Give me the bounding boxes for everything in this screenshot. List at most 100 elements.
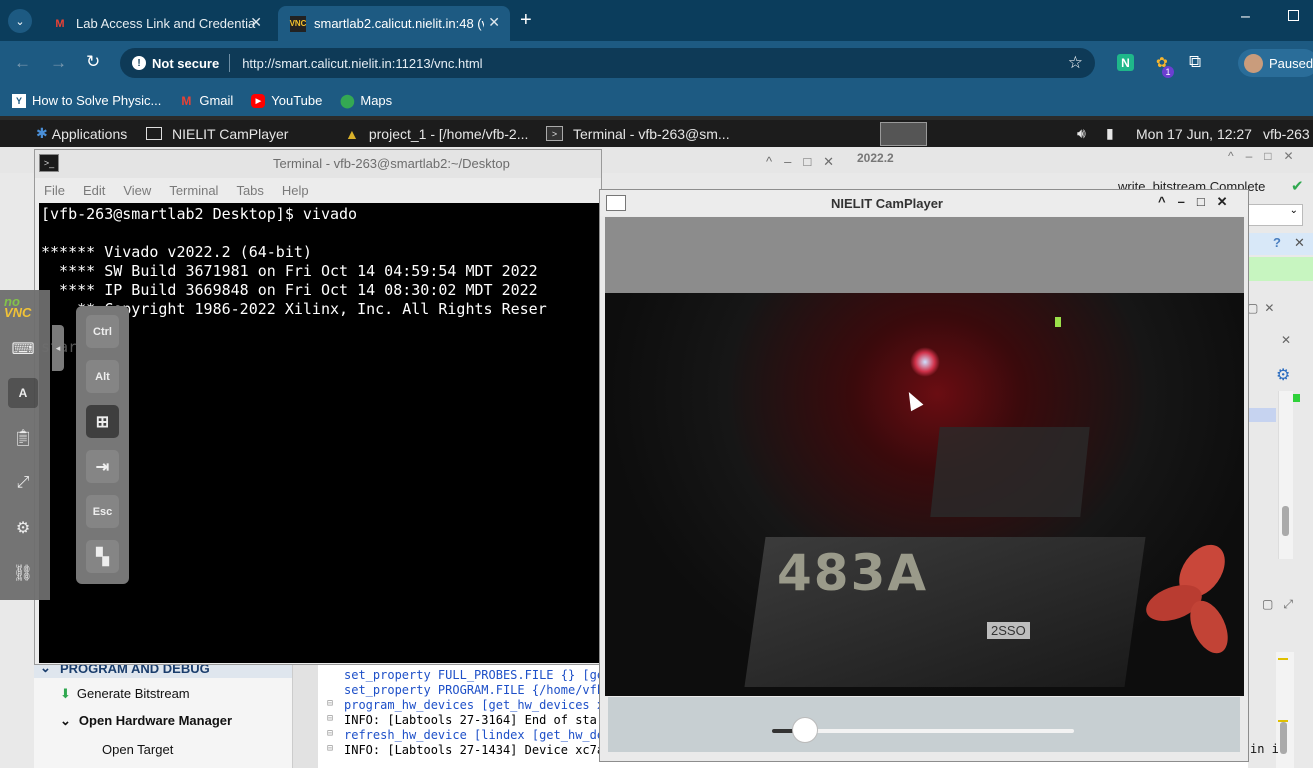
flow-item-open-target[interactable]: Open Target (102, 742, 173, 757)
tab-title: smartlab2.calicut.nielit.in:48 (vfb (314, 16, 484, 31)
taskbar-item[interactable]: ▲ project_1 - [/home/vfb-2... (345, 120, 543, 147)
profile-chip[interactable]: Paused (1238, 49, 1313, 77)
layout-dropdown[interactable]: ⌄ (1248, 204, 1303, 226)
scrollbar-thumb[interactable] (1280, 722, 1287, 754)
check-icon: ✔ (1291, 178, 1304, 195)
flow-label: Generate Bitstream (76, 686, 190, 701)
close-icon[interactable]: ✕ (1294, 235, 1305, 251)
fold-icon[interactable]: ⊟ (327, 728, 333, 739)
fullscreen-icon[interactable]: ⤢ (8, 468, 38, 498)
fold-icon[interactable]: ⊟ (327, 698, 333, 709)
extension-n-icon[interactable]: N (1117, 54, 1134, 71)
board-label: 483A (777, 544, 929, 602)
youtube-icon: ▶ (251, 93, 266, 108)
user-name[interactable]: vfb-263 (1263, 120, 1310, 147)
volume-icon[interactable]: 🔊︎ (1077, 120, 1086, 147)
clock[interactable]: Mon 17 Jun, 12:27 (1136, 120, 1252, 147)
flow-item-open-hardware-manager[interactable]: ⌄ Open Hardware Manager (60, 713, 232, 729)
extra-keys-icon[interactable]: A (8, 378, 38, 408)
gmail-icon: M (181, 93, 192, 108)
tab-icon[interactable]: ⇥ (86, 450, 119, 483)
y-icon: Y (12, 93, 26, 108)
console-line: set_property FULL_PROBES.FILE {} [ge (344, 668, 605, 682)
fold-icon[interactable]: ⊟ (327, 743, 333, 754)
bookmark-label: Gmail (199, 93, 234, 108)
camplayer-titlebar[interactable]: NIELIT CamPlayer ^–□✕ (600, 190, 1248, 216)
terminal-line: [vfb-263@smartlab2 Desktop]$ vivado (41, 205, 358, 223)
alt-key[interactable]: Alt (86, 360, 119, 393)
tab-search-button[interactable]: ⌄ (8, 9, 32, 33)
grid-icon[interactable]: ▚ (86, 540, 119, 573)
board-sub-label: 2SSO (987, 622, 1030, 639)
menu-help[interactable]: Help (282, 183, 309, 198)
extra-keys-panel: Ctrl Alt ⊞ ⇥ Esc ▚ (76, 306, 129, 584)
bookmark-item[interactable]: M Gmail (179, 93, 233, 108)
restore-window-button[interactable] (1288, 10, 1299, 21)
vertical-scrollbar[interactable] (1278, 391, 1293, 559)
close-icon[interactable]: ✕ (250, 14, 262, 31)
camera-video-feed[interactable]: 483A 2SSO (605, 217, 1244, 696)
desktop-panel: ✱ Applications NIELIT CamPlayer ▲ projec… (0, 120, 1313, 147)
seek-slider-knob[interactable] (792, 717, 818, 743)
bookmark-item[interactable]: ⬤ Maps (340, 93, 392, 109)
extensions-puzzle-icon[interactable]: ⧉ (1189, 52, 1201, 72)
vivado-window-controls[interactable]: ^–□✕ (1228, 149, 1306, 163)
reload-button[interactable]: ↻ (86, 52, 100, 72)
new-tab-button[interactable]: + (520, 9, 532, 32)
vivado-version: 2022.2 (857, 151, 894, 165)
windows-icon[interactable]: ⊞ (86, 405, 119, 438)
applications-menu[interactable]: ✱ Applications (36, 120, 127, 147)
menu-file[interactable]: File (44, 183, 65, 198)
browser-tab[interactable]: M Lab Access Link and Credentials ✕ (40, 6, 272, 41)
profile-status: Paused (1269, 55, 1313, 71)
gear-icon[interactable]: ⚙ (8, 513, 38, 543)
ctrl-key[interactable]: Ctrl (86, 315, 119, 348)
terminal-titlebar[interactable]: >_ Terminal - vfb-263@smartlab2:~/Deskto… (35, 150, 601, 178)
help-icon[interactable]: ? (1273, 235, 1281, 250)
taskbar-item[interactable]: > Terminal - vfb-263@sm... (546, 120, 746, 147)
chevron-down-icon: ⌄ (60, 713, 71, 728)
browser-toolbar: ← → ↻ ! Not secure http://smart.calicut.… (0, 41, 1313, 85)
applications-label: Applications (51, 125, 128, 142)
terminal-window-controls[interactable]: ^–□✕ (766, 154, 846, 170)
bookmarks-bar: Y How to Solve Physic... M Gmail ▶ YouTu… (0, 85, 1313, 116)
panel-controls[interactable]: ▢✕ (1247, 301, 1280, 315)
back-button[interactable]: ← (14, 53, 31, 73)
close-icon[interactable]: ✕ (488, 14, 500, 31)
scrollbar-thumb[interactable] (1282, 506, 1289, 536)
selected-row[interactable] (1248, 408, 1276, 422)
flow-item-generate-bitstream[interactable]: ⬇ Generate Bitstream (60, 686, 190, 702)
task-label: project_1 - [/home/vfb-2... (368, 125, 529, 142)
close-icon[interactable]: ✕ (1281, 333, 1291, 347)
browser-tab-active[interactable]: VNC smartlab2.calicut.nielit.in:48 (vfb … (278, 6, 510, 41)
menu-view[interactable]: View (123, 183, 151, 198)
disconnect-icon[interactable]: ⛓ (8, 558, 38, 588)
forward-button[interactable]: → (50, 53, 67, 73)
url-text[interactable]: http://smart.calicut.nielit.in:11213/vnc… (242, 56, 482, 71)
esc-key[interactable]: Esc (86, 495, 119, 528)
keyboard-icon[interactable]: ⌨ (8, 334, 38, 364)
bookmark-item[interactable]: ▶ YouTube (251, 93, 322, 108)
camplayer-window-controls[interactable]: ^–□✕ (1158, 194, 1240, 210)
splitter[interactable] (292, 660, 319, 768)
security-label[interactable]: Not secure (152, 56, 219, 71)
novnc-handle[interactable]: ◂ (52, 325, 64, 371)
taskbar-item[interactable]: NIELIT CamPlayer (146, 120, 336, 147)
workspace-switcher[interactable] (880, 122, 927, 146)
menu-tabs[interactable]: Tabs (236, 183, 263, 198)
panel-controls[interactable]: ▢⤢ (1262, 597, 1303, 612)
bookmark-star-icon[interactable]: ☆ (1068, 53, 1083, 73)
window-icon (606, 195, 626, 211)
marker (1278, 658, 1288, 660)
gear-icon[interactable]: ⚙ (1276, 365, 1290, 385)
terminal-line: **** SW Build 3671981 on Fri Oct 14 04:5… (41, 262, 538, 280)
clipboard-icon[interactable]: 📋︎ (8, 423, 38, 453)
console-line: refresh_hw_device [lindex [get_hw_de (344, 728, 605, 742)
fold-icon[interactable]: ⊟ (327, 713, 333, 724)
menu-edit[interactable]: Edit (83, 183, 105, 198)
address-bar[interactable]: ! Not secure http://smart.calicut.nielit… (120, 48, 1095, 78)
menu-terminal[interactable]: Terminal (169, 183, 218, 198)
seek-slider[interactable] (772, 717, 1074, 743)
bookmark-item[interactable]: Y How to Solve Physic... (12, 93, 161, 108)
minimize-window-button[interactable]: – (1241, 8, 1250, 26)
